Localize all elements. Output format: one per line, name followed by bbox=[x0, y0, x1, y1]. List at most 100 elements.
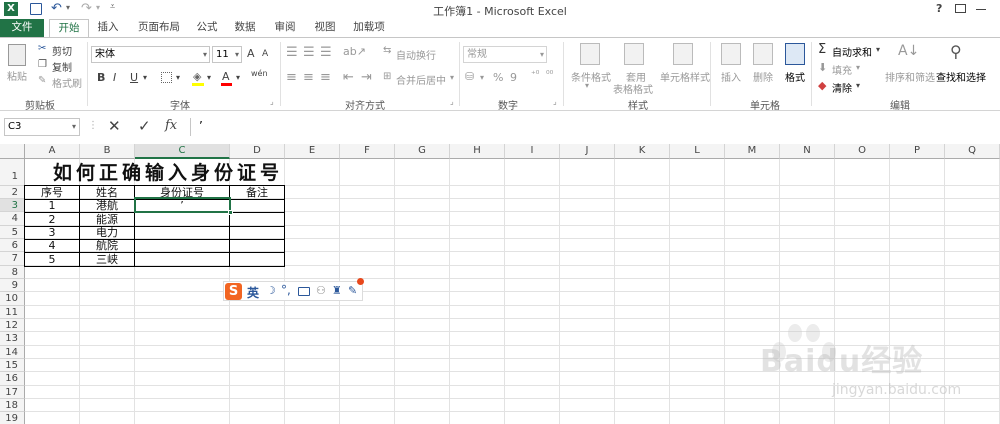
table-header-cell[interactable]: 序号 bbox=[25, 186, 79, 199]
conditional-formatting-button[interactable]: 条件格式 bbox=[571, 69, 611, 84]
clear-icon[interactable]: ◆ bbox=[818, 79, 826, 92]
currency-dropdown-icon[interactable]: ▾ bbox=[480, 73, 484, 82]
row-header-1[interactable]: 1 bbox=[0, 159, 25, 186]
orientation-icon[interactable]: ab↗ bbox=[343, 45, 366, 58]
format-cells-button[interactable]: 格式 bbox=[785, 69, 805, 84]
minimize-button[interactable] bbox=[976, 9, 986, 10]
tab-add-ins[interactable]: 加载项 bbox=[348, 19, 390, 37]
punctuation-icon[interactable]: °, bbox=[281, 283, 291, 297]
name-box[interactable]: C3 ▾ bbox=[4, 118, 80, 136]
phonetic-icon[interactable]: wén bbox=[251, 69, 268, 78]
column-header-n[interactable]: N bbox=[780, 144, 835, 159]
find-select-icon[interactable]: ⚲ bbox=[950, 42, 962, 61]
middle-align-icon[interactable]: ☰ bbox=[303, 45, 315, 60]
save-icon[interactable] bbox=[30, 3, 42, 15]
format-cells-icon[interactable] bbox=[785, 43, 805, 65]
paste-icon[interactable] bbox=[8, 44, 26, 66]
row-header-2[interactable]: 2 bbox=[0, 186, 25, 199]
fill-handle[interactable] bbox=[228, 210, 233, 215]
half-width-moon-icon[interactable]: ☽ bbox=[266, 284, 276, 297]
tab-view[interactable]: 视图 bbox=[310, 19, 340, 37]
undo-dropdown-icon[interactable]: ▾ bbox=[66, 3, 70, 12]
column-header-a[interactable]: A bbox=[25, 144, 80, 159]
format-painter-button[interactable]: 格式刷 bbox=[52, 75, 82, 90]
fill-dropdown-icon[interactable]: ▾ bbox=[856, 63, 860, 72]
column-header-c[interactable]: C bbox=[135, 144, 230, 159]
decrease-indent-icon[interactable]: ⇤ bbox=[343, 70, 354, 85]
copy-button[interactable]: 复制 bbox=[52, 59, 72, 74]
bold-button[interactable]: B bbox=[97, 71, 105, 84]
table-cell[interactable]: 4 bbox=[25, 240, 79, 252]
autosum-dropdown-icon[interactable]: ▾ bbox=[876, 45, 880, 54]
row-header-3[interactable]: 3 bbox=[0, 199, 25, 212]
format-as-table-button-line2[interactable]: 表格格式 bbox=[613, 81, 653, 96]
conditional-formatting-icon[interactable] bbox=[580, 43, 600, 65]
customize-qat-icon[interactable]: ⩡ bbox=[110, 2, 115, 12]
select-all-button[interactable] bbox=[0, 144, 25, 159]
formula-bar-handle-icon[interactable]: ⋮ bbox=[88, 120, 98, 131]
column-header-g[interactable]: G bbox=[395, 144, 450, 159]
increase-decimal-icon[interactable]: ⁺⁰ bbox=[531, 70, 539, 80]
underline-button[interactable]: U bbox=[130, 71, 138, 84]
row-header-12[interactable]: 12 bbox=[0, 319, 25, 332]
merge-center-button[interactable]: 合并后居中 bbox=[396, 72, 446, 87]
column-header-p[interactable]: P bbox=[890, 144, 945, 159]
row-header-7[interactable]: 7 bbox=[0, 252, 25, 266]
ime-mode-toggle[interactable]: 英 bbox=[247, 284, 259, 301]
row-header-9[interactable]: 9 bbox=[0, 279, 25, 292]
merge-dropdown-icon[interactable]: ▾ bbox=[450, 73, 454, 82]
tab-formulas[interactable]: 公式 bbox=[192, 19, 222, 37]
decrease-decimal-icon[interactable]: ⁰⁰ bbox=[546, 70, 553, 80]
row-header-10[interactable]: 10 bbox=[0, 292, 25, 306]
font-name-select[interactable]: 宋体 ▾ bbox=[91, 46, 210, 63]
table-cell[interactable] bbox=[230, 240, 284, 252]
ribbon-display-button[interactable] bbox=[955, 4, 966, 13]
fill-color-icon[interactable]: ◈ bbox=[193, 70, 201, 83]
copy-icon[interactable]: ❐ bbox=[38, 59, 47, 70]
currency-icon[interactable]: ⛁ bbox=[465, 70, 474, 83]
delete-cells-button[interactable]: 删除 bbox=[753, 69, 773, 84]
tab-insert[interactable]: 插入 bbox=[92, 19, 124, 37]
tab-home[interactable]: 开始 bbox=[49, 19, 89, 37]
column-header-d[interactable]: D bbox=[230, 144, 285, 159]
row-header-14[interactable]: 14 bbox=[0, 346, 25, 359]
table-cell[interactable]: 电力 bbox=[80, 227, 134, 239]
top-align-icon[interactable]: ☰ bbox=[286, 45, 298, 60]
cancel-entry-button[interactable]: ✕ bbox=[108, 117, 121, 135]
redo-dropdown-icon[interactable]: ▾ bbox=[96, 3, 100, 12]
sheet-title[interactable]: 如何正确输入身份证号 bbox=[28, 160, 308, 186]
merge-center-icon[interactable]: ⊞ bbox=[383, 71, 391, 82]
font-color-icon[interactable]: A bbox=[222, 70, 230, 83]
tab-page-layout[interactable]: 页面布局 bbox=[132, 19, 186, 37]
cell-styles-button[interactable]: 单元格样式 bbox=[660, 69, 710, 84]
paste-button[interactable]: 粘贴 bbox=[7, 68, 27, 83]
font-size-select[interactable]: 11 ▾ bbox=[212, 46, 242, 63]
table-cell[interactable]: 5 bbox=[25, 253, 79, 266]
keyboard-icon[interactable] bbox=[298, 287, 310, 296]
fill-button[interactable]: 填充 bbox=[832, 62, 852, 77]
borders-dropdown-icon[interactable]: ▾ bbox=[176, 73, 180, 82]
format-painter-icon[interactable]: ✎ bbox=[38, 75, 46, 86]
cut-button[interactable]: 剪切 bbox=[52, 43, 72, 58]
number-format-select[interactable]: 常规 ▾ bbox=[463, 46, 547, 63]
column-header-l[interactable]: L bbox=[670, 144, 725, 159]
sogou-logo-icon[interactable]: S bbox=[225, 283, 242, 300]
number-dialog-launcher-icon[interactable]: ⌟ bbox=[553, 97, 557, 106]
column-header-h[interactable]: H bbox=[450, 144, 505, 159]
row-header-15[interactable]: 15 bbox=[0, 359, 25, 372]
table-cell[interactable] bbox=[230, 213, 284, 226]
row-header-13[interactable]: 13 bbox=[0, 332, 25, 346]
font-dialog-launcher-icon[interactable]: ⌟ bbox=[270, 97, 274, 106]
row-header-4[interactable]: 4 bbox=[0, 212, 25, 226]
tab-data[interactable]: 数据 bbox=[230, 19, 260, 37]
fill-icon[interactable]: ⬇ bbox=[818, 61, 827, 74]
table-cell[interactable]: 港航 bbox=[80, 200, 134, 212]
column-header-o[interactable]: O bbox=[835, 144, 890, 159]
worksheet-grid[interactable]: ABCDEFGHIJKLMNOPQ 1 2 3 4 5 6 7 8 9 10 11 12 13 14 15 1… bbox=[0, 144, 1000, 424]
fill-color-dropdown-icon[interactable]: ▾ bbox=[207, 73, 211, 82]
help-button[interactable]: ? bbox=[936, 2, 942, 15]
insert-cells-button[interactable]: 插入 bbox=[721, 69, 741, 84]
table-cell[interactable] bbox=[135, 253, 229, 266]
cut-icon[interactable]: ✂ bbox=[38, 43, 46, 54]
find-select-button[interactable]: 查找和选择 bbox=[936, 69, 986, 84]
